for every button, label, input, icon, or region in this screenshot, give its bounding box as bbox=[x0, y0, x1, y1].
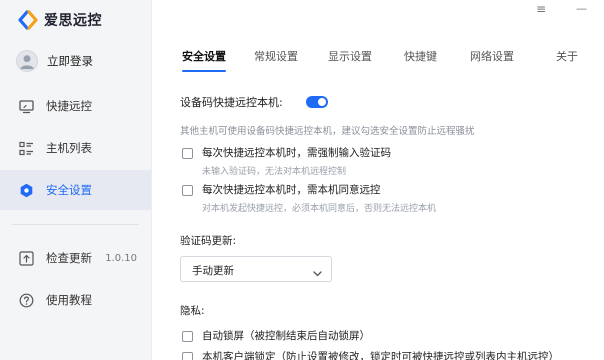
force-code-hint: 未输入验证码，无法对本机远程控制 bbox=[202, 167, 347, 177]
settings-tabs: 安全设置 常规设置 显示设置 快捷键 网络设置 关于 bbox=[152, 48, 604, 72]
window-minimize-button[interactable]: — bbox=[576, 2, 587, 16]
sidebar-item-check-update[interactable]: 检查更新 1.0.10 bbox=[0, 238, 151, 278]
sidebar-item-tutorial[interactable]: 使用教程 bbox=[0, 280, 151, 320]
quick-control-toggle[interactable] bbox=[306, 96, 328, 108]
app-name: 爱思远控 bbox=[44, 13, 102, 29]
login-button[interactable]: 立即登录 bbox=[16, 50, 93, 72]
sidebar-divider bbox=[12, 224, 139, 225]
tab-display[interactable]: 显示设置 bbox=[328, 48, 372, 64]
login-label: 立即登录 bbox=[47, 54, 93, 68]
sidebar-item-label: 使用教程 bbox=[46, 293, 92, 307]
code-update-label: 验证码更新: bbox=[180, 235, 237, 247]
window-menu-button[interactable]: ≡ bbox=[536, 2, 546, 16]
tab-network[interactable]: 网络设置 bbox=[470, 48, 514, 64]
privacy-label: 隐私: bbox=[180, 305, 205, 317]
monitor-icon bbox=[18, 98, 34, 114]
auto-lock-checkbox[interactable] bbox=[182, 331, 193, 342]
auto-lock-label[interactable]: 自动锁屏（被控制结束后自动锁屏） bbox=[202, 328, 370, 343]
quick-control-hint: 其他主机可使用设备码快捷远控本机，建议勾选安全设置防止远程骚扰 bbox=[180, 126, 475, 137]
logo-mark-icon bbox=[18, 10, 38, 30]
client-lock-label[interactable]: 本机客户端锁定（防止设置被修改，锁定时可被快捷远控或列表内主机远控） bbox=[202, 349, 559, 360]
tab-general[interactable]: 常规设置 bbox=[254, 48, 298, 64]
require-consent-checkbox[interactable] bbox=[182, 185, 193, 196]
code-update-select[interactable]: 手动更新 bbox=[180, 256, 332, 282]
sidebar-item-security[interactable]: 安全设置 bbox=[0, 170, 151, 210]
app-window: 爱思远控 立即登录 快捷远控 主机列表 安全设置 检查更新 1.0.10 使用教… bbox=[0, 0, 604, 360]
list-grid-icon bbox=[18, 140, 34, 156]
code-update-value: 手动更新 bbox=[192, 265, 234, 277]
require-consent-hint: 对本机发起快捷远控，必须本机同意后，否则无法远控本机 bbox=[202, 204, 437, 214]
tab-shortcuts[interactable]: 快捷键 bbox=[404, 48, 437, 64]
require-consent-label[interactable]: 每次快捷远控本机时，需本机同意远控 bbox=[202, 182, 381, 197]
tab-security[interactable]: 安全设置 bbox=[182, 48, 226, 64]
sidebar-item-quick-control[interactable]: 快捷远控 bbox=[0, 86, 151, 126]
help-circle-icon bbox=[18, 292, 34, 308]
force-code-label[interactable]: 每次快捷远控本机时，需强制输入验证码 bbox=[202, 145, 391, 160]
sidebar-item-host-list[interactable]: 主机列表 bbox=[0, 128, 151, 168]
sidebar-item-label: 快捷远控 bbox=[46, 99, 92, 113]
version-label: 1.0.10 bbox=[105, 252, 137, 264]
chevron-down-icon bbox=[312, 264, 323, 277]
toggle-knob bbox=[318, 98, 326, 106]
sidebar-item-label: 安全设置 bbox=[46, 183, 92, 197]
active-tab-indicator bbox=[182, 70, 226, 72]
client-lock-checkbox[interactable] bbox=[182, 352, 193, 360]
sidebar-item-label: 检查更新 bbox=[46, 251, 92, 265]
shield-hexagon-icon bbox=[18, 182, 34, 198]
sidebar: 爱思远控 立即登录 快捷远控 主机列表 安全设置 检查更新 1.0.10 使用教… bbox=[0, 0, 152, 360]
avatar bbox=[16, 50, 38, 72]
app-logo: 爱思远控 bbox=[18, 10, 102, 30]
update-arrow-icon bbox=[18, 250, 34, 266]
quick-control-label: 设备码快捷远控本机: bbox=[180, 96, 283, 109]
tab-about[interactable]: 关于 bbox=[556, 48, 578, 64]
sidebar-item-label: 主机列表 bbox=[46, 141, 92, 155]
force-code-checkbox[interactable] bbox=[182, 148, 193, 159]
